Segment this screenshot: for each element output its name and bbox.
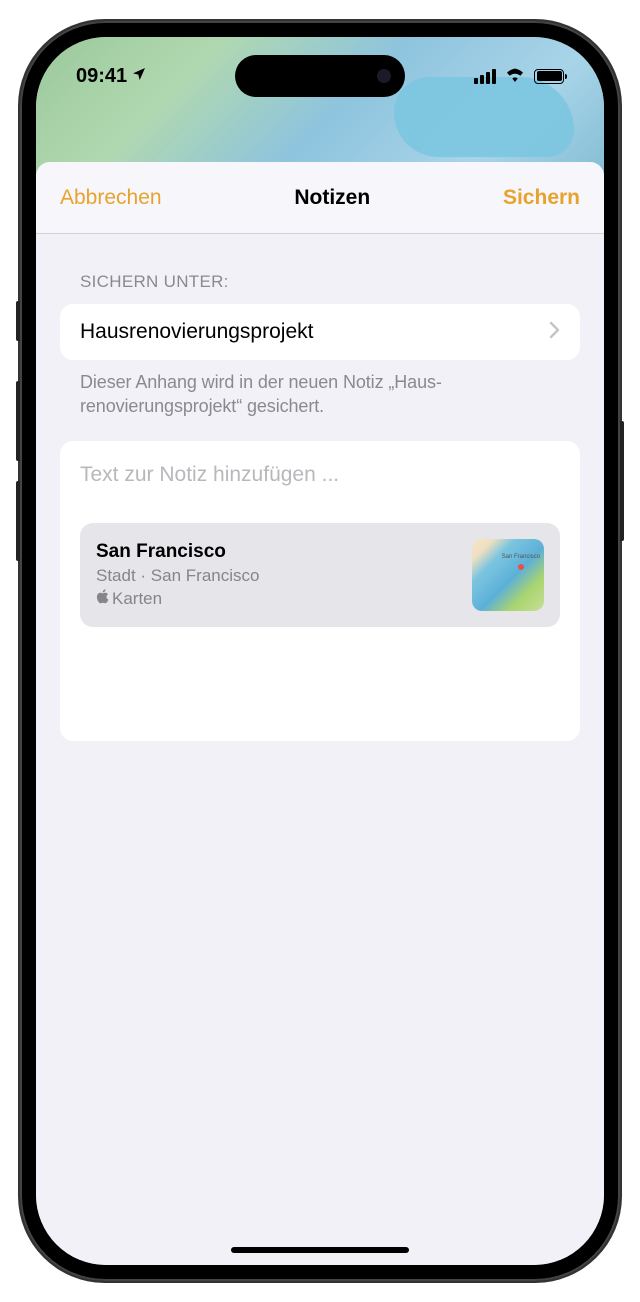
power-button [620, 421, 624, 541]
save-under-label: SICHERN UNTER: [60, 272, 580, 292]
map-thumbnail: San Francisco [472, 539, 544, 611]
helper-text: Dieser Anhang wird in der neuen Notiz „H… [60, 360, 580, 419]
volume-up-button [16, 381, 20, 461]
save-button[interactable]: Sichern [503, 186, 580, 210]
screen: 09:41 Abbrechen Notizen [36, 37, 604, 1265]
note-placeholder-text: Text zur Notiz hinzufügen ... [80, 463, 560, 487]
note-input-card[interactable]: Text zur Notiz hinzufügen ... San Franci… [60, 441, 580, 741]
home-indicator[interactable] [231, 1247, 409, 1253]
map-location-dot-icon [518, 564, 524, 570]
map-thumb-label: San Francisco [502, 554, 540, 560]
cellular-signal-icon [474, 69, 496, 84]
chevron-right-icon [549, 321, 560, 344]
folder-picker-row[interactable]: Hausrenovierungsprojekt [60, 304, 580, 360]
status-indicators [474, 66, 564, 87]
attachment-subtitle: Stadt · San Francisco [96, 566, 259, 586]
volume-down-button [16, 481, 20, 561]
share-sheet-modal: Abbrechen Notizen Sichern SICHERN UNTER:… [36, 162, 604, 1265]
modal-content: SICHERN UNTER: Hausrenovierungsprojekt D… [36, 234, 604, 741]
attachment-title: San Francisco [96, 541, 259, 563]
location-services-icon [131, 66, 147, 87]
dynamic-island [235, 55, 405, 97]
modal-title: Notizen [294, 186, 370, 210]
selected-folder-name: Hausrenovierungsprojekt [80, 320, 313, 344]
attachment-info: San Francisco Stadt · San Francisco Kart… [96, 541, 259, 609]
battery-icon [534, 69, 564, 84]
wifi-icon [504, 66, 526, 87]
modal-header: Abbrechen Notizen Sichern [36, 162, 604, 234]
attachment-source: Karten [96, 589, 259, 609]
map-attachment-card[interactable]: San Francisco Stadt · San Francisco Kart… [80, 523, 560, 627]
clock-time: 09:41 [76, 65, 127, 88]
phone-device-frame: 09:41 Abbrechen Notizen [20, 21, 620, 1281]
cancel-button[interactable]: Abbrechen [60, 186, 162, 210]
attachment-source-label: Karten [112, 589, 162, 609]
side-button [16, 301, 20, 341]
apple-logo-icon [96, 589, 109, 609]
status-time: 09:41 [76, 65, 147, 88]
